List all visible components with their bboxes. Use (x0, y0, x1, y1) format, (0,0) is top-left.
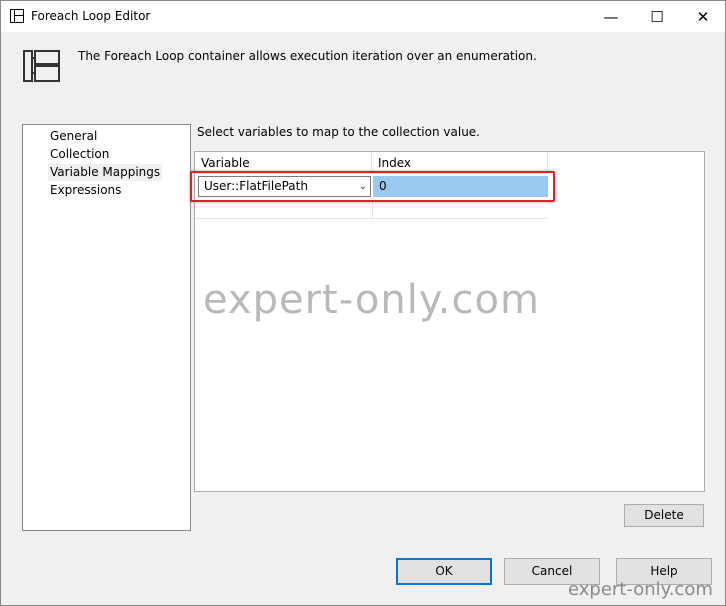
nav-item-collection[interactable]: Collection (48, 146, 111, 163)
title-bar: Foreach Loop Editor — ☐ ✕ (1, 1, 725, 32)
mapping-instruction: Select variables to map to the collectio… (197, 125, 480, 139)
watermark-corner-text: expert-only.com (568, 579, 713, 600)
maximize-icon: ☐ (650, 7, 664, 26)
minimize-button[interactable]: — (588, 1, 634, 32)
page-navigation-list: General Collection Variable Mappings Exp… (22, 124, 191, 531)
minimize-icon: — (603, 7, 619, 26)
nav-item-variable-mappings[interactable]: Variable Mappings (48, 164, 163, 181)
maximize-button[interactable]: ☐ (634, 1, 680, 32)
delete-button[interactable]: Delete (624, 504, 704, 527)
foreach-loop-editor-window: Foreach Loop Editor — ☐ ✕ The Foreach Lo… (0, 0, 726, 606)
highlight-annotation (190, 171, 555, 202)
nav-item-expressions[interactable]: Expressions (48, 182, 123, 199)
editor-description: The Foreach Loop container allows execut… (78, 49, 537, 63)
foreach-loop-icon (10, 9, 24, 23)
nav-item-general[interactable]: General (48, 128, 99, 145)
close-icon: ✕ (696, 7, 710, 26)
foreach-container-icon (23, 50, 60, 82)
watermark-text: expert-only.com (203, 277, 540, 323)
new-mapping-row[interactable] (195, 199, 548, 219)
close-button[interactable]: ✕ (680, 1, 726, 32)
window-title: Foreach Loop Editor (31, 9, 151, 23)
column-divider (372, 199, 373, 219)
ok-button[interactable]: OK (396, 558, 492, 585)
